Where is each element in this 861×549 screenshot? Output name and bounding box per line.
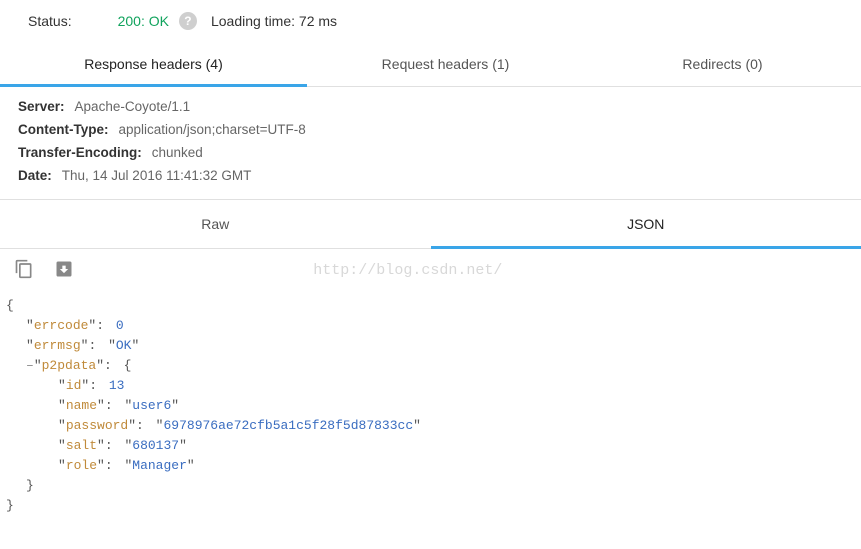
json-value: 680137 [132, 438, 179, 453]
json-key: errmsg [34, 338, 81, 353]
json-line: "password": "6978976ae72cfb5a1c5f28f5d87… [6, 416, 855, 436]
json-line: "errcode": 0 [6, 316, 855, 336]
header-key: Content-Type [18, 122, 109, 137]
header-key: Transfer-Encoding [18, 145, 142, 160]
loading-time: Loading time: 72 ms [211, 13, 337, 29]
header-row: Date Thu, 14 Jul 2016 11:41:32 GMT [18, 164, 843, 187]
tab-request-headers[interactable]: Request headers (1) [307, 42, 584, 86]
brace-open: { [124, 358, 132, 373]
brace-close: } [26, 478, 34, 493]
header-value: Apache-Coyote/1.1 [75, 99, 191, 114]
collapse-toggle[interactable]: – [26, 358, 34, 373]
json-line: "salt": "680137" [6, 436, 855, 456]
json-line: "role": "Manager" [6, 456, 855, 476]
header-tabs: Response headers (4) Request headers (1)… [0, 42, 861, 87]
header-row: Content-Type application/json;charset=UT… [18, 118, 843, 141]
status-code: 200: OK [118, 13, 169, 29]
json-value: 0 [116, 318, 124, 333]
copy-icon[interactable] [14, 259, 34, 282]
json-line: } [6, 476, 855, 496]
watermark-text: http://blog.csdn.net/ [313, 262, 502, 279]
json-value: OK [116, 338, 132, 353]
json-line: } [6, 496, 855, 516]
header-value: Thu, 14 Jul 2016 11:41:32 GMT [62, 168, 252, 183]
json-key: id [66, 378, 82, 393]
header-row: Transfer-Encoding chunked [18, 141, 843, 164]
header-key: Server [18, 99, 65, 114]
help-icon[interactable]: ? [179, 12, 197, 30]
json-key: salt [66, 438, 97, 453]
json-key: errcode [34, 318, 89, 333]
status-row: Status: 200: OK ? Loading time: 72 ms [0, 0, 861, 42]
json-key: role [66, 458, 97, 473]
download-icon[interactable] [54, 259, 74, 282]
json-value: 13 [109, 378, 125, 393]
tab-raw[interactable]: Raw [0, 200, 431, 248]
brace-close: } [6, 498, 14, 513]
json-value: 6978976ae72cfb5a1c5f28f5d87833cc [163, 418, 413, 433]
json-line: "name": "user6" [6, 396, 855, 416]
json-toolbar: http://blog.csdn.net/ [0, 249, 861, 292]
tab-json[interactable]: JSON [431, 200, 861, 248]
tab-response-headers[interactable]: Response headers (4) [0, 42, 307, 86]
response-headers-list: Server Apache-Coyote/1.1 Content-Type ap… [0, 87, 861, 200]
header-key: Date [18, 168, 52, 183]
json-line: { [6, 296, 855, 316]
header-value: application/json;charset=UTF-8 [119, 122, 306, 137]
json-key: name [66, 398, 97, 413]
json-line: "id": 13 [6, 376, 855, 396]
json-key: p2pdata [42, 358, 97, 373]
json-key: password [66, 418, 128, 433]
brace-open: { [6, 298, 14, 313]
header-row: Server Apache-Coyote/1.1 [18, 95, 843, 118]
header-value: chunked [152, 145, 203, 160]
json-line: "errmsg": "OK" [6, 336, 855, 356]
json-line: –"p2pdata": { [6, 356, 855, 376]
body-tabs: Raw JSON [0, 200, 861, 249]
json-value: Manager [132, 458, 187, 473]
json-value: user6 [132, 398, 171, 413]
status-label: Status: [28, 13, 72, 29]
tab-redirects[interactable]: Redirects (0) [584, 42, 861, 86]
json-viewer: { "errcode": 0 "errmsg": "OK" –"p2pdata"… [0, 292, 861, 516]
